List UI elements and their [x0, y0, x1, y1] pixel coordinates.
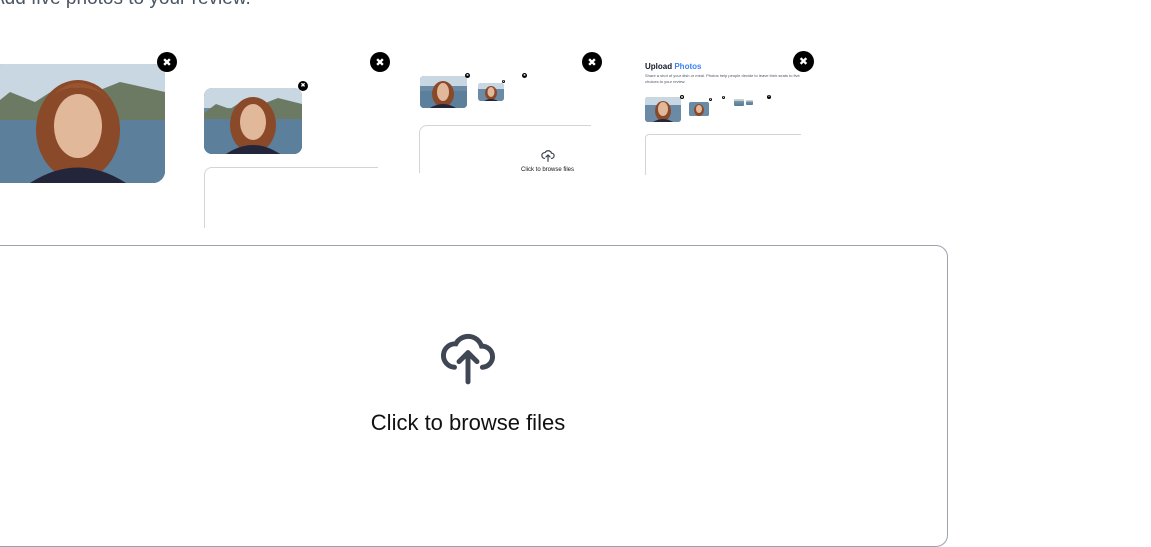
upload-dropzone[interactable] [0, 245, 948, 547]
photo-thumbnail-5 [478, 83, 504, 101]
remove-photo-7-button[interactable]: ✖ [582, 52, 602, 72]
remove-photo-2-button[interactable]: ✖ [298, 81, 308, 91]
nested-upload-description: Share a shot of your dish or meal. Photo… [645, 73, 800, 84]
remove-photo-11-button[interactable]: ✖ [767, 95, 771, 99]
photo-thumbnail-1 [0, 64, 165, 183]
portrait-image [420, 76, 467, 108]
nested-upload-zone-preview [204, 167, 378, 228]
remove-photo-12-button[interactable]: ✖ [793, 51, 814, 72]
portrait-image [689, 102, 709, 116]
photo-thumbnail-8 [645, 97, 681, 122]
photo-thumbnail-10 [734, 99, 744, 106]
cloud-upload-icon[interactable] [441, 326, 495, 386]
photo-thumbnail-4 [420, 76, 467, 108]
photo-thumbnail-11 [746, 100, 753, 105]
remove-photo-9-button[interactable]: ✖ [709, 98, 712, 101]
portrait-image [478, 83, 504, 101]
nested-upload-zone-preview-small: Click to browse files [419, 125, 591, 173]
nested-upload-title: Upload Photos [645, 62, 702, 71]
remove-photo-10-button[interactable]: ✖ [722, 96, 725, 99]
intro-text: Add five photos to your review. [0, 0, 251, 10]
portrait-image [204, 88, 302, 154]
remove-photo-1-button[interactable]: ✖ [157, 52, 177, 72]
cloud-upload-icon [541, 150, 555, 162]
portrait-image [645, 97, 681, 122]
remove-photo-4-button[interactable]: ✖ [465, 73, 470, 78]
photo-thumbnail-9 [689, 102, 709, 116]
browse-files-label[interactable]: Click to browse files [300, 410, 636, 436]
remove-photo-5-button[interactable]: ✖ [502, 80, 505, 83]
remove-photo-6-button[interactable]: ✖ [522, 73, 527, 78]
photo-thumbnail-2 [204, 88, 302, 154]
nested-upload-zone-preview-tiny [645, 134, 801, 175]
remove-photo-8-button[interactable]: ✖ [680, 95, 684, 99]
nested-upload-label: Click to browse files [521, 167, 575, 173]
remove-photo-3-button[interactable]: ✖ [370, 52, 390, 72]
portrait-image [0, 64, 165, 183]
